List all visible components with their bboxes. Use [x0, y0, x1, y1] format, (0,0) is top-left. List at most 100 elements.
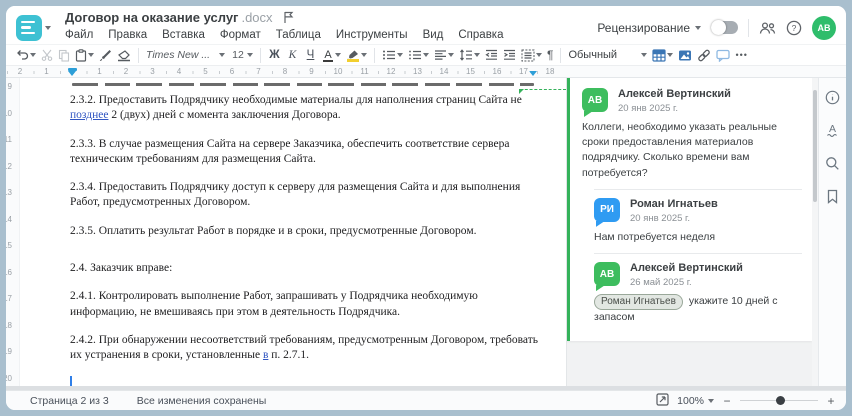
insert-table-button[interactable] — [650, 46, 675, 64]
insert-image-button[interactable] — [676, 46, 694, 64]
comment-reply[interactable]: АВ Алексей Вертинский 26 май 2025 г. Роман … — [594, 262, 802, 325]
info-icon[interactable] — [823, 88, 843, 106]
vertical-ruler-number: 13 — [6, 188, 12, 197]
user-avatar[interactable]: АВ — [812, 15, 836, 40]
spellcheck-icon[interactable]: А — [823, 121, 843, 139]
comment-reply[interactable]: РИ Роман Игнатьев 20 янв 2025 г. Нам потреб… — [594, 197, 802, 245]
format-painter-button[interactable] — [97, 46, 114, 64]
review-mode-button[interactable]: Рецензирование — [597, 21, 701, 35]
bullet-list-button[interactable] — [380, 46, 405, 64]
paragraph-settings-button[interactable] — [519, 46, 544, 64]
logo-menu-caret-icon[interactable] — [45, 25, 51, 30]
nonprinting-characters-button[interactable]: ¶ — [545, 46, 555, 64]
paragraph-style-select[interactable]: Обычный — [566, 46, 649, 64]
mention-chip[interactable]: Роман Игнатьев — [594, 294, 683, 311]
comment-thread[interactable]: АВ Алексей Вертинский 20 янв 2025 г. Коллег… — [567, 78, 812, 342]
numbered-list-caret-icon[interactable] — [423, 53, 429, 57]
decrease-indent-button[interactable] — [483, 46, 500, 64]
font-size-select[interactable]: 12 — [228, 46, 255, 64]
review-toggle[interactable] — [711, 20, 738, 35]
horizontal-ruler[interactable]: 2 1 1 2 3 4 5 6 7 8 9 10 11 12 13 14 15 16 17 18 — [6, 65, 846, 78]
fit-page-icon[interactable] — [656, 392, 669, 409]
menu-item-6[interactable]: Вид — [423, 29, 444, 41]
indent-marker-right[interactable] — [529, 71, 538, 76]
ruler-number: 5 — [201, 67, 210, 76]
bold-button[interactable]: Ж — [266, 46, 283, 64]
align-caret-icon[interactable] — [448, 53, 454, 57]
undo-caret-icon[interactable] — [30, 53, 36, 57]
insert-link-button[interactable] — [695, 46, 713, 64]
zoom-out-button[interactable]: − — [722, 394, 732, 408]
toolbar-more-button[interactable]: ••• — [733, 46, 749, 64]
ruler-number: 8 — [280, 67, 290, 76]
numbered-list-button[interactable] — [406, 46, 431, 64]
document-page[interactable]: 2.3.2. Предоставить Подрядчику необходим… — [20, 78, 566, 386]
menu-item-0[interactable]: Файл — [65, 29, 93, 41]
paragraph[interactable]: 2.3.4. Предоставить Подрядчику доступ к … — [70, 180, 558, 211]
vertical-ruler[interactable]: 9 10 11 12 13 14 15 16 17 18 19 20 — [6, 78, 20, 386]
zoom-level-value: 100% — [677, 394, 704, 407]
cut-button[interactable] — [39, 46, 55, 64]
app-logo-icon[interactable] — [16, 14, 42, 41]
paragraph[interactable]: 2.3.5. Оплатить результат Работ в порядк… — [70, 224, 558, 239]
comment-text: Нам потребуется неделя — [594, 230, 716, 243]
paragraph[interactable]: 2.3.3. В случае размещения Сайта на серв… — [70, 137, 558, 168]
zoom-slider[interactable] — [740, 396, 818, 405]
line-spacing-button[interactable] — [457, 46, 482, 64]
vertical-scrollbar[interactable] — [812, 78, 818, 386]
insert-comment-button[interactable] — [714, 46, 732, 64]
bullet-list-caret-icon[interactable] — [397, 53, 403, 57]
clear-style-button[interactable] — [115, 46, 133, 64]
increase-indent-button[interactable] — [501, 46, 518, 64]
menu-item-7[interactable]: Справка — [458, 29, 503, 41]
document-title: Договор на оказание услуг — [65, 10, 239, 25]
search-icon[interactable] — [823, 154, 843, 172]
ruler-number: 17 — [517, 67, 530, 76]
ruler-number: 15 — [464, 67, 477, 76]
menu-item-1[interactable]: Правка — [108, 29, 147, 41]
ruler-number: 2 — [121, 67, 131, 76]
indent-marker-left[interactable] — [68, 68, 77, 76]
menu-item-5[interactable]: Инструменты — [336, 29, 408, 41]
vertical-ruler-number: 18 — [6, 320, 12, 330]
underline-button[interactable]: Ч — [302, 46, 319, 64]
paragraph[interactable]: 2.3.2. Предоставить Подрядчику необходим… — [70, 93, 558, 124]
bookmark-icon[interactable] — [823, 187, 843, 205]
highlight-color-button[interactable] — [344, 46, 369, 64]
flag-icon[interactable] — [283, 11, 294, 24]
italic-button[interactable]: К — [284, 46, 301, 64]
align-button[interactable] — [432, 46, 456, 64]
comment[interactable]: АВ Алексей Вертинский 20 янв 2025 г. Коллег… — [582, 88, 802, 181]
zoom-level-select[interactable]: 100% — [677, 395, 714, 407]
svg-text:А: А — [829, 123, 836, 135]
paste-caret-icon[interactable] — [88, 53, 94, 57]
menu-item-3[interactable]: Формат — [220, 29, 261, 41]
menu-item-2[interactable]: Вставка — [162, 29, 205, 41]
help-icon[interactable]: ? — [786, 20, 802, 36]
line-spacing-caret-icon[interactable] — [474, 53, 480, 57]
undo-button[interactable] — [14, 46, 38, 64]
menu-bar: Файл Правка Вставка Формат Таблица Инструмент… — [65, 29, 504, 41]
font-color-caret-icon[interactable] — [335, 53, 341, 57]
paragraph-settings-caret-icon[interactable] — [536, 53, 542, 57]
copy-button[interactable] — [56, 46, 72, 64]
scrollbar-thumb[interactable] — [813, 90, 817, 202]
paragraph[interactable]: 2.4.1. Контролировать выполнение Работ, … — [70, 289, 558, 320]
header: Договор на оказание услуг .docx Файл Правк… — [6, 6, 846, 44]
table-caret-icon[interactable] — [667, 53, 674, 57]
paste-button[interactable] — [73, 46, 96, 64]
paragraph[interactable]: 2.4.2. При обнаружении несоответствий тр… — [70, 333, 558, 364]
highlight-caret-icon[interactable] — [361, 53, 367, 57]
menu-item-4[interactable]: Таблица — [276, 29, 321, 41]
paragraph[interactable]: 2.4. Заказчик вправе: — [70, 261, 558, 276]
zoom-in-button[interactable]: + — [826, 394, 836, 408]
zoom-slider-knob[interactable] — [776, 396, 785, 405]
comment-text: Коллеги, необходимо указать реальные сро… — [582, 121, 777, 179]
header-divider — [748, 18, 749, 37]
comment-avatar: АВ — [594, 262, 620, 287]
font-color-button[interactable]: А — [320, 46, 343, 64]
tracked-insertion: позднее — [70, 109, 109, 122]
font-name-select[interactable]: Times New ... — [144, 46, 227, 64]
collaborators-icon[interactable] — [759, 21, 776, 35]
page-indicator[interactable]: Страница 2 из 3 — [30, 395, 109, 407]
